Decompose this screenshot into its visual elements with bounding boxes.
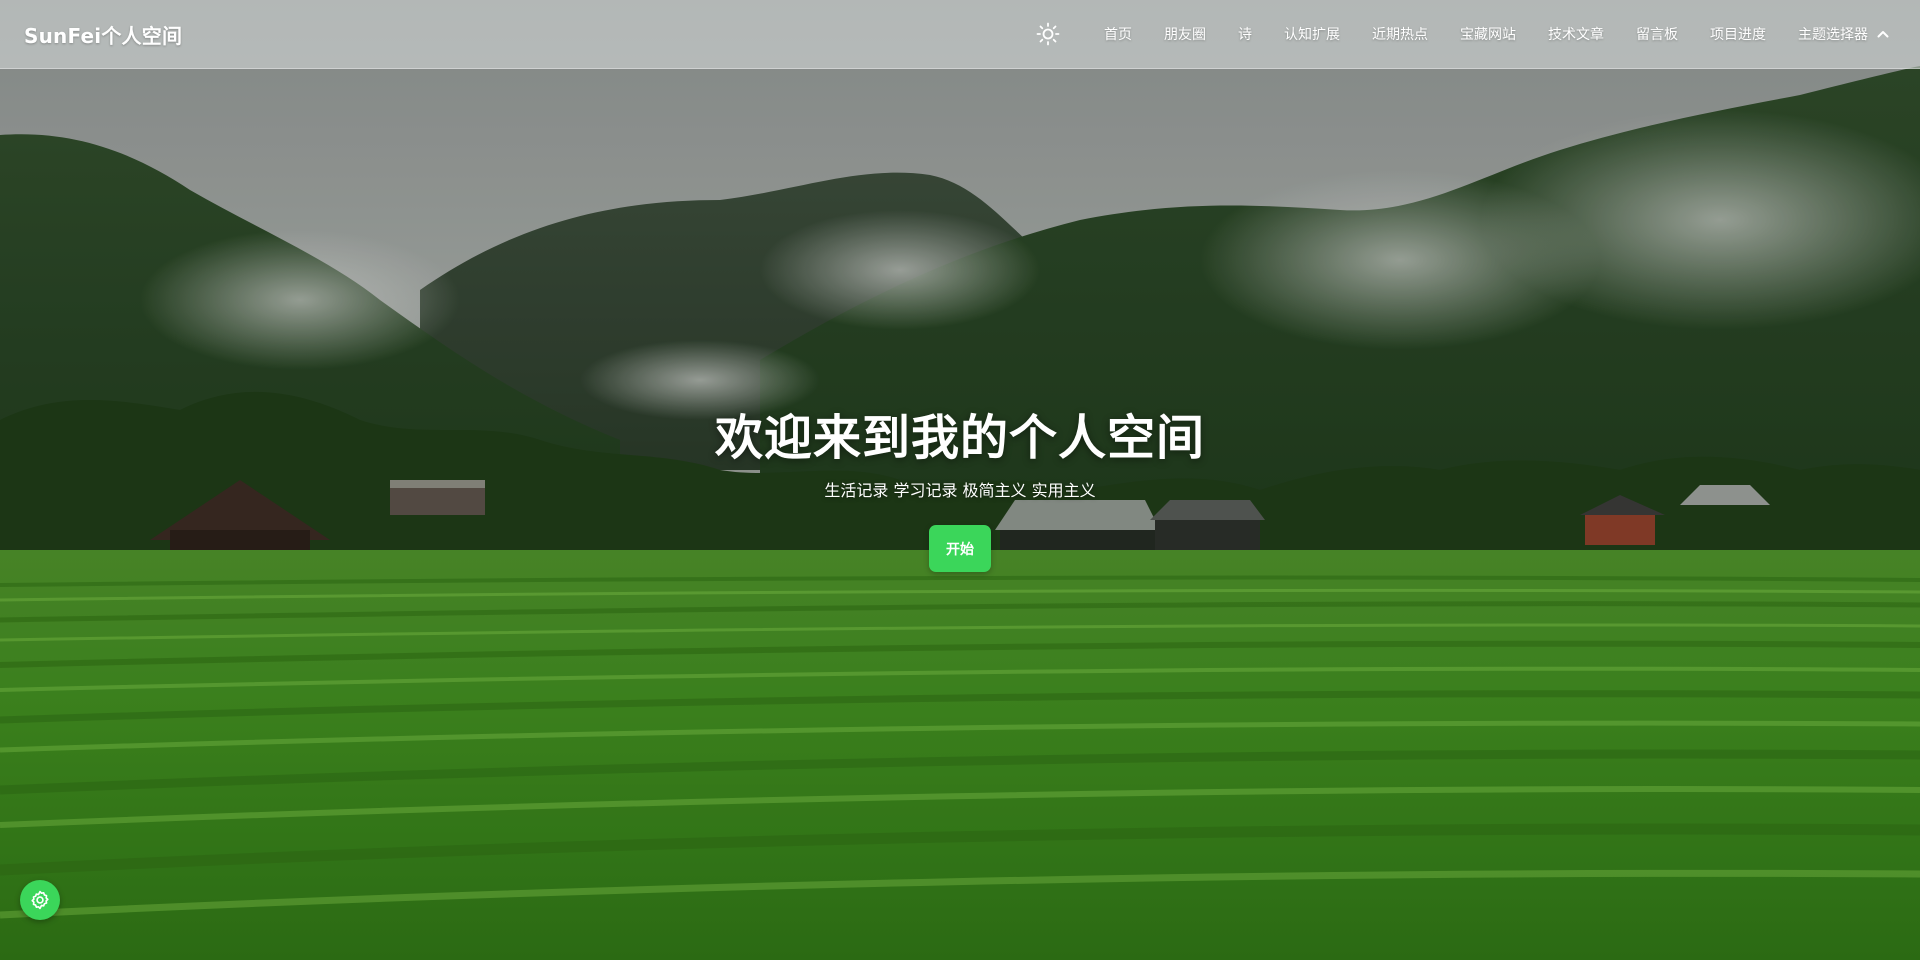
gear-icon (31, 890, 49, 910)
nav-item-poetry[interactable]: 诗 (1238, 24, 1252, 44)
start-button[interactable]: 开始 (929, 525, 991, 572)
nav-item-cognition[interactable]: 认知扩展 (1284, 24, 1340, 44)
nav-item-theme-selector[interactable]: 主题选择器 (1798, 24, 1890, 44)
nav-item-message-board[interactable]: 留言板 (1636, 24, 1678, 44)
nav-item-tech-articles[interactable]: 技术文章 (1548, 24, 1604, 44)
sun-icon (1036, 22, 1060, 46)
chevron-up-icon (1876, 27, 1890, 41)
nav-item-treasure-sites[interactable]: 宝藏网站 (1460, 24, 1516, 44)
hero-title: 欢迎来到我的个人空间 (714, 410, 1205, 466)
settings-button[interactable] (20, 880, 60, 920)
nav-item-hot-topics[interactable]: 近期热点 (1372, 24, 1428, 44)
navbar: SunFei个人空间 首页 朋友圈 诗 认知扩展 近期热点 宝藏网站 技术文章 … (0, 0, 1920, 69)
theme-toggle-button[interactable] (1034, 20, 1062, 48)
page: SunFei个人空间 首页 朋友圈 诗 认知扩展 近期热点 宝藏网站 技术文章 … (0, 0, 1920, 960)
nav-item-project-progress[interactable]: 项目进度 (1710, 24, 1766, 44)
site-brand[interactable]: SunFei个人空间 (24, 20, 182, 49)
nav-item-moments[interactable]: 朋友圈 (1164, 24, 1206, 44)
nav-item-home[interactable]: 首页 (1104, 24, 1132, 44)
theme-selector-label: 主题选择器 (1798, 27, 1868, 43)
nav-menu: 首页 朋友圈 诗 认知扩展 近期热点 宝藏网站 技术文章 留言板 项目进度 主题… (1034, 20, 1896, 48)
hero-subtitle: 生活记录 学习记录 极简主义 实用主义 (824, 481, 1096, 500)
